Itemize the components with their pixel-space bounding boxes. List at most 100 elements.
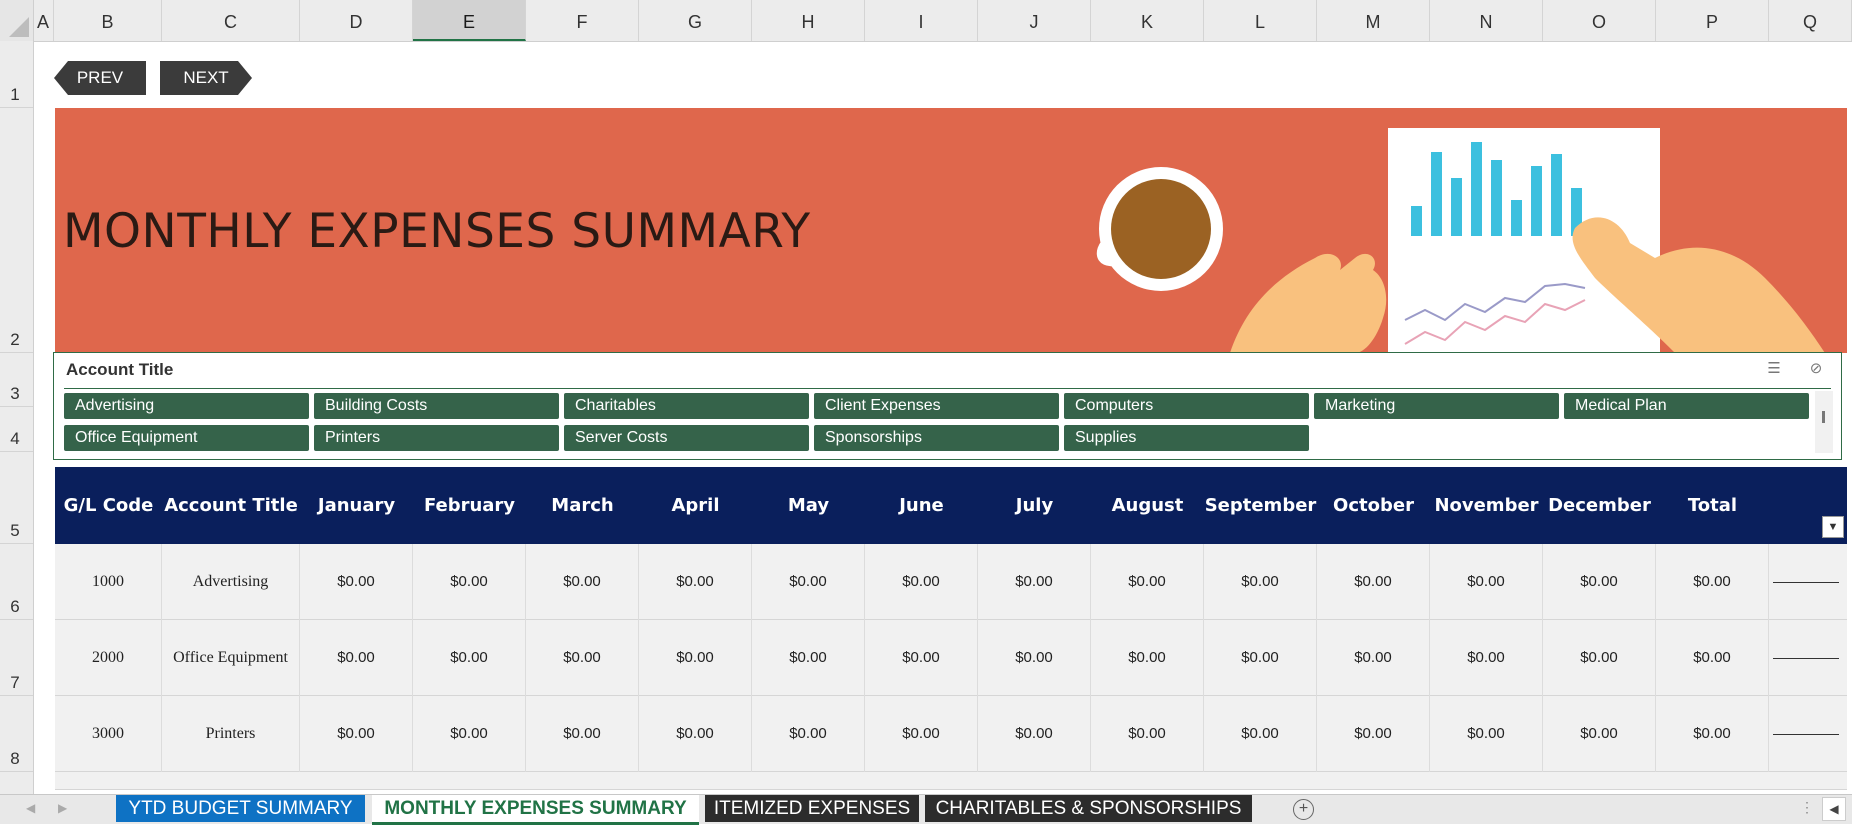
slicer-item-advertising[interactable]: Advertising xyxy=(64,393,309,419)
amount-cell[interactable]: $0.00 xyxy=(865,544,978,620)
column-header-n[interactable]: N xyxy=(1430,0,1543,41)
column-header-c[interactable]: C xyxy=(162,0,300,41)
row-header-6[interactable]: 6 xyxy=(0,544,33,620)
slicer-item-client-expenses[interactable]: Client Expenses xyxy=(814,393,1059,419)
amount-cell[interactable]: $0.00 xyxy=(1317,696,1430,772)
slicer-item-sponsorships[interactable]: Sponsorships xyxy=(814,425,1059,451)
sheet-tab-charitables-sponsorships[interactable]: CHARITABLES & SPONSORSHIPS xyxy=(925,795,1252,822)
amount-cell[interactable]: $0.00 xyxy=(526,544,639,620)
column-header-m[interactable]: M xyxy=(1317,0,1430,41)
row-number: 7 xyxy=(10,673,20,692)
amount-cell[interactable]: $0.00 xyxy=(300,620,413,696)
column-header-f[interactable]: F xyxy=(526,0,639,41)
column-header-i[interactable]: I xyxy=(865,0,978,41)
amount-cell[interactable]: $0.00 xyxy=(1656,620,1769,696)
slicer-item-office-equipment[interactable]: Office Equipment xyxy=(64,425,309,451)
amount-cell[interactable]: $0.00 xyxy=(1430,620,1543,696)
amount-cell[interactable]: $0.00 xyxy=(1543,544,1656,620)
sparkline xyxy=(1773,734,1839,735)
gl-code-cell[interactable]: 1000 xyxy=(55,544,162,620)
clear-filter-icon[interactable]: ⊘ xyxy=(1805,359,1827,379)
select-all-button[interactable] xyxy=(0,0,34,41)
row-header-3[interactable]: 3 xyxy=(0,353,33,407)
amount-cell[interactable]: $0.00 xyxy=(1543,696,1656,772)
amount-cell[interactable]: $0.00 xyxy=(526,620,639,696)
amount-cell[interactable]: $0.00 xyxy=(639,696,752,772)
amount-cell[interactable]: $0.00 xyxy=(1091,544,1204,620)
column-header-l[interactable]: L xyxy=(1204,0,1317,41)
slicer-item-printers[interactable]: Printers xyxy=(314,425,559,451)
amount-cell[interactable]: $0.00 xyxy=(1091,696,1204,772)
row-header-2[interactable]: 2 xyxy=(0,108,33,353)
slicer-item-marketing[interactable]: Marketing xyxy=(1314,393,1559,419)
column-header-b[interactable]: B xyxy=(54,0,162,41)
slicer-item-charitables[interactable]: Charitables xyxy=(564,393,809,419)
amount-cell[interactable]: $0.00 xyxy=(1204,620,1317,696)
slicer-item-computers[interactable]: Computers xyxy=(1064,393,1309,419)
amount-cell[interactable]: $0.00 xyxy=(978,696,1091,772)
amount-cell[interactable]: $0.00 xyxy=(865,696,978,772)
column-header-j[interactable]: J xyxy=(978,0,1091,41)
amount-cell[interactable]: $0.00 xyxy=(1430,544,1543,620)
amount-cell[interactable]: $0.00 xyxy=(1543,620,1656,696)
column-header-d[interactable]: D xyxy=(300,0,413,41)
prev-button[interactable]: PREV xyxy=(54,61,146,95)
amount-cell[interactable]: $0.00 xyxy=(752,544,865,620)
slicer-item-building-costs[interactable]: Building Costs xyxy=(314,393,559,419)
amount-cell[interactable]: $0.00 xyxy=(413,696,526,772)
column-header-a[interactable]: A xyxy=(33,0,54,41)
amount-cell[interactable]: $0.00 xyxy=(1317,544,1430,620)
amount-cell[interactable]: $0.00 xyxy=(1430,696,1543,772)
scroll-left-icon[interactable]: ◀ xyxy=(1822,797,1846,821)
column-header-o[interactable]: O xyxy=(1543,0,1656,41)
sheet-tab-itemized-expenses[interactable]: ITEMIZED EXPENSES xyxy=(705,795,919,822)
amount-cell[interactable]: $0.00 xyxy=(300,544,413,620)
row-header-1[interactable]: 1 xyxy=(0,41,33,108)
sheet-tab-monthly-expenses-summary[interactable]: MONTHLY EXPENSES SUMMARY xyxy=(372,795,699,825)
amount-cell[interactable]: $0.00 xyxy=(1317,620,1430,696)
gl-code-cell[interactable]: 3000 xyxy=(55,696,162,772)
amount-cell[interactable]: $0.00 xyxy=(413,544,526,620)
amount-cell[interactable]: $0.00 xyxy=(1656,696,1769,772)
multi-select-icon[interactable]: ☰ xyxy=(1763,359,1785,379)
row-header-7[interactable]: 7 xyxy=(0,620,33,696)
column-header-k[interactable]: K xyxy=(1091,0,1204,41)
amount-cell[interactable]: $0.00 xyxy=(865,620,978,696)
amount-cell[interactable]: $0.00 xyxy=(752,696,865,772)
row-header-8[interactable]: 8 xyxy=(0,696,33,772)
filter-dropdown-button[interactable]: ▼ xyxy=(1822,516,1844,538)
amount-cell[interactable]: $0.00 xyxy=(978,620,1091,696)
tab-scroll-right-icon[interactable]: ▶ xyxy=(58,801,67,815)
column-header-e[interactable]: E xyxy=(413,0,526,41)
column-header-p[interactable]: P xyxy=(1656,0,1769,41)
column-header-g[interactable]: G xyxy=(639,0,752,41)
amount-cell[interactable]: $0.00 xyxy=(1204,544,1317,620)
sheet-tab-ytd-budget-summary[interactable]: YTD BUDGET SUMMARY xyxy=(116,795,365,822)
account-title-cell[interactable]: Printers xyxy=(162,696,300,772)
add-sheet-icon[interactable]: + xyxy=(1293,799,1314,820)
row-header-5[interactable]: 5 xyxy=(0,452,33,544)
amount-cell[interactable]: $0.00 xyxy=(1656,544,1769,620)
amount-cell[interactable]: $0.00 xyxy=(752,620,865,696)
column-header-q[interactable]: Q xyxy=(1769,0,1852,41)
next-button[interactable]: NEXT xyxy=(160,61,252,95)
account-title-cell[interactable]: Office Equipment xyxy=(162,620,300,696)
amount-cell[interactable]: $0.00 xyxy=(413,620,526,696)
amount-cell[interactable]: $0.00 xyxy=(1091,620,1204,696)
amount-cell[interactable]: $0.00 xyxy=(639,544,752,620)
slicer-item-medical-plan[interactable]: Medical Plan xyxy=(1564,393,1809,419)
column-header-h[interactable]: H xyxy=(752,0,865,41)
amount-cell[interactable]: $0.00 xyxy=(526,696,639,772)
tab-scroll-left-icon[interactable]: ◀ xyxy=(26,801,35,815)
slicer-item-supplies[interactable]: Supplies xyxy=(1064,425,1309,451)
row-header-4[interactable]: 4 xyxy=(0,407,33,452)
slicer-scrollbar[interactable] xyxy=(1815,391,1833,453)
amount-cell[interactable]: $0.00 xyxy=(978,544,1091,620)
slicer-item-server-costs[interactable]: Server Costs xyxy=(564,425,809,451)
account-title-cell[interactable]: Advertising xyxy=(162,544,300,620)
amount-cell[interactable]: $0.00 xyxy=(1204,696,1317,772)
more-icon[interactable]: ⋮ xyxy=(1800,799,1814,816)
gl-code-cell[interactable]: 2000 xyxy=(55,620,162,696)
amount-cell[interactable]: $0.00 xyxy=(300,696,413,772)
amount-cell[interactable]: $0.00 xyxy=(639,620,752,696)
